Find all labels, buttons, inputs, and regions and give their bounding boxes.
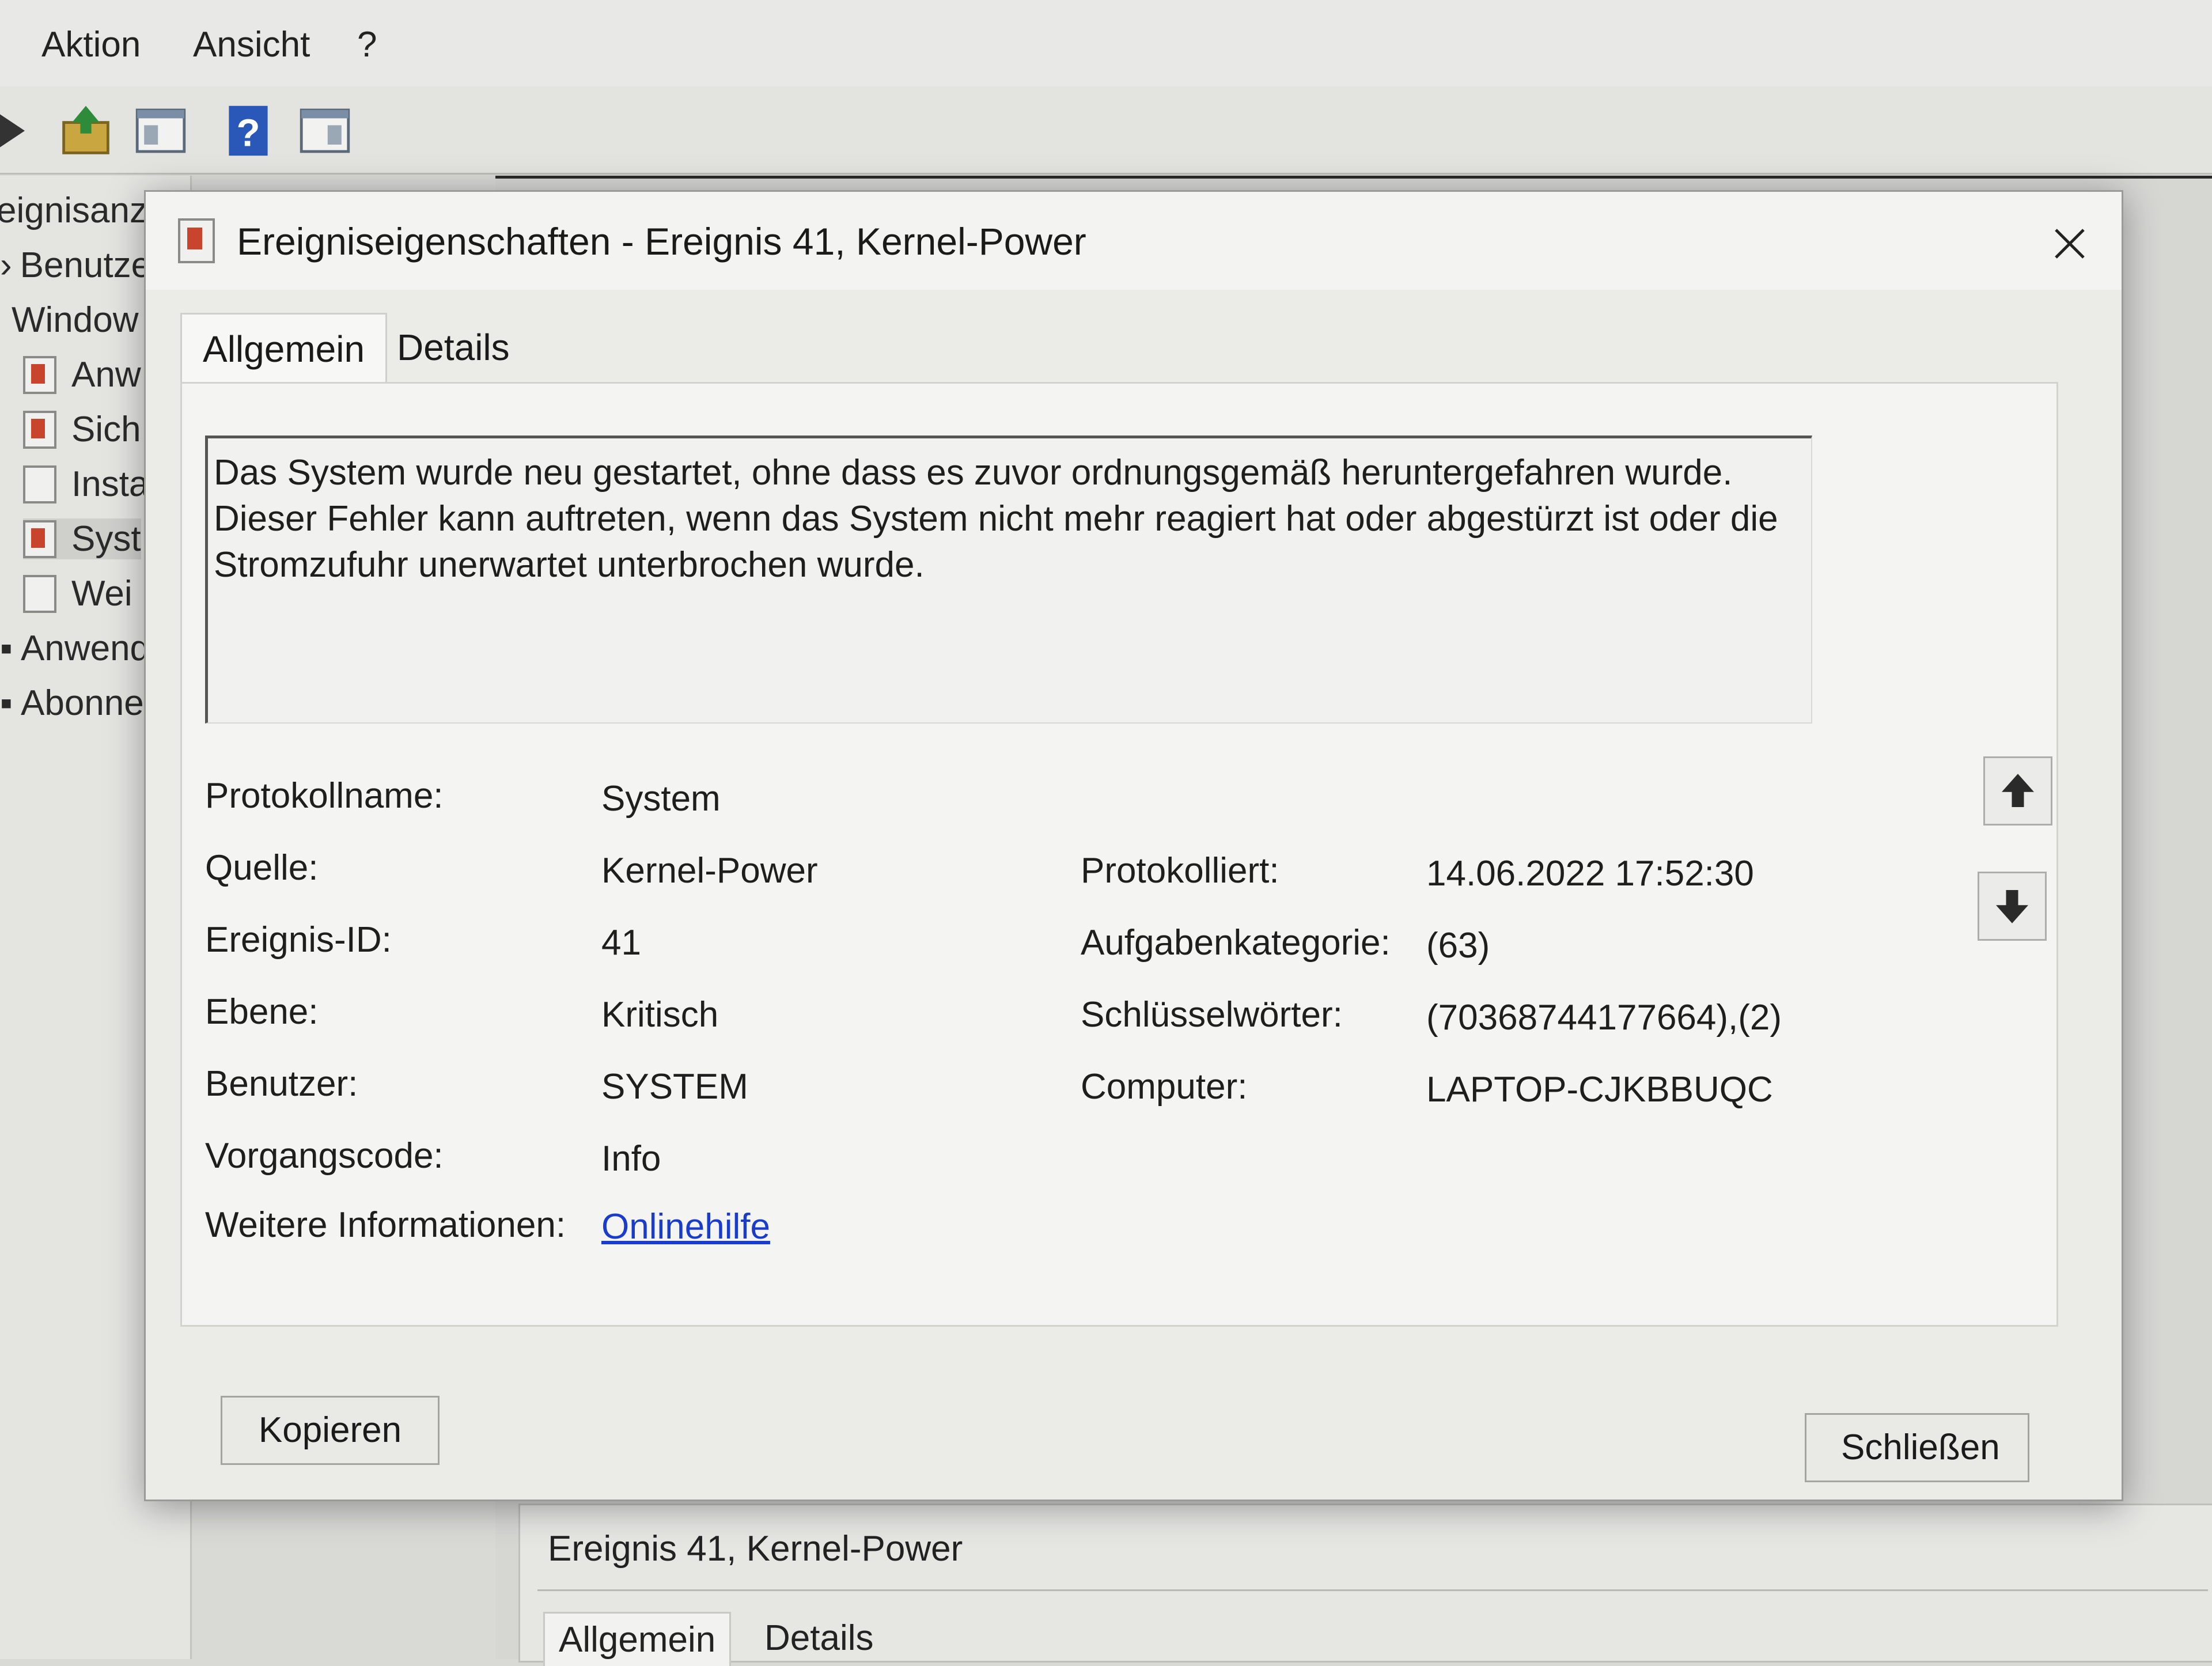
menu-bar: Aktion Ansicht ? <box>0 0 2212 88</box>
user-value: SYSTEM <box>601 1067 748 1107</box>
folder-up-icon[interactable] <box>52 97 120 165</box>
log-name-value: System <box>601 779 721 819</box>
tree-item-security[interactable]: Sich <box>23 409 141 450</box>
tree-item-system[interactable]: Syst <box>23 518 141 559</box>
tree-item-label: Syst <box>71 519 141 559</box>
tree-item-forwarded[interactable]: Wei <box>23 573 132 614</box>
arrow-up-icon <box>2002 774 2034 807</box>
level-value: Kritisch <box>601 995 719 1035</box>
opcode-label: Vorgangscode: <box>205 1136 444 1176</box>
tree-item-label: Anw <box>71 355 141 395</box>
opcode-value: Info <box>601 1139 661 1179</box>
log-icon <box>23 355 56 394</box>
tree-item-applications-services[interactable]: ▪ Anwend <box>0 628 150 669</box>
source-label: Quelle: <box>205 848 319 888</box>
arrow-down-icon <box>1996 890 2028 923</box>
copy-button[interactable]: Kopieren <box>221 1396 440 1465</box>
tab-general[interactable]: Allgemein <box>180 313 388 384</box>
tree-item-label: Benutze <box>20 245 151 285</box>
tree-item-subscriptions[interactable]: ▪ Abonne <box>0 683 144 724</box>
task-category-value: (63) <box>1426 926 1490 965</box>
menu-help[interactable]: ? <box>357 24 377 65</box>
level-label: Ebene: <box>205 992 319 1032</box>
source-value: Kernel-Power <box>601 851 818 891</box>
tree-item-label: eignisanz <box>0 191 147 230</box>
event-description[interactable]: Das System wurde neu gestartet, ohne das… <box>205 436 1812 724</box>
computer-label: Computer: <box>1081 1067 1248 1107</box>
tree-item-label: Anwend <box>20 628 150 668</box>
tree-item-windows-logs[interactable]: Window <box>12 300 139 340</box>
general-tab-panel: Das System wurde neu gestartet, ohne das… <box>180 382 2058 1327</box>
preview-title: Ereignis 41, Kernel-Power <box>548 1529 963 1569</box>
tree-item-label: Insta <box>71 464 149 504</box>
computer-value: LAPTOP-CJKBBUQC <box>1426 1070 1773 1110</box>
log-name-label: Protokollname: <box>205 776 444 816</box>
next-event-button[interactable] <box>1978 872 2047 941</box>
preview-tab-general[interactable]: Allgemein <box>543 1612 732 1666</box>
user-label: Benutzer: <box>205 1064 358 1104</box>
action-pane-icon[interactable] <box>291 97 359 165</box>
tree-item-label: Sich <box>71 410 141 449</box>
more-info-label: Weitere Informationen: <box>205 1205 566 1245</box>
dialog-titlebar: Ereigniseigenschaften - Ereignis 41, Ker… <box>146 192 2122 290</box>
logged-value: 14.06.2022 17:52:30 <box>1426 854 1754 893</box>
tree-item-setup[interactable]: Insta <box>23 464 149 505</box>
preview-tab-details[interactable]: Details <box>751 1612 888 1664</box>
tree-item-label: Abonne <box>20 683 144 723</box>
event-preview-panel: Ereignis 41, Kernel-Power Allgemein Deta… <box>518 1504 2212 1666</box>
log-icon <box>23 520 56 558</box>
event-properties-dialog: Ereigniseigenschaften - Ereignis 41, Ker… <box>144 190 2123 1501</box>
event-id-value: 41 <box>601 923 641 963</box>
svg-text:?: ? <box>236 111 260 154</box>
keywords-label: Schlüsselwörter: <box>1081 995 1343 1035</box>
log-icon <box>23 465 56 503</box>
previous-event-button[interactable] <box>1983 756 2052 826</box>
keywords-value: (70368744177664),(2) <box>1426 998 1782 1038</box>
divider <box>537 1589 2208 1591</box>
close-icon[interactable] <box>2041 215 2099 272</box>
console-tree-icon[interactable] <box>127 97 195 165</box>
log-icon <box>23 410 56 449</box>
task-category-label: Aufgabenkategorie: <box>1081 923 1391 963</box>
event-id-label: Ereignis-ID: <box>205 920 392 960</box>
close-button[interactable]: Schließen <box>1805 1413 2029 1482</box>
back-arrow-icon[interactable] <box>0 97 45 165</box>
dialog-title: Ereigniseigenschaften - Ereignis 41, Ker… <box>237 220 1086 263</box>
tree-item-custom-views[interactable]: › Benutze <box>0 245 151 286</box>
logged-label: Protokolliert: <box>1081 851 1279 891</box>
folder-icon: ▪ <box>0 628 13 668</box>
tree-item-label: Window <box>12 300 139 340</box>
tree-item-application[interactable]: Anw <box>23 354 141 395</box>
menu-ansicht[interactable]: Ansicht <box>193 24 310 65</box>
online-help-link[interactable]: Onlinehilfe <box>601 1206 770 1247</box>
chevron-right-icon: › <box>0 245 12 285</box>
menu-aktion[interactable]: Aktion <box>41 24 141 65</box>
tab-details[interactable]: Details <box>376 313 531 382</box>
tree-item-event-viewer[interactable]: eignisanz <box>0 190 147 231</box>
help-icon[interactable]: ? <box>214 97 282 165</box>
log-icon <box>23 574 56 613</box>
folder-icon: ▪ <box>0 683 13 723</box>
event-log-icon <box>178 218 215 263</box>
tree-item-label: Wei <box>71 574 132 614</box>
